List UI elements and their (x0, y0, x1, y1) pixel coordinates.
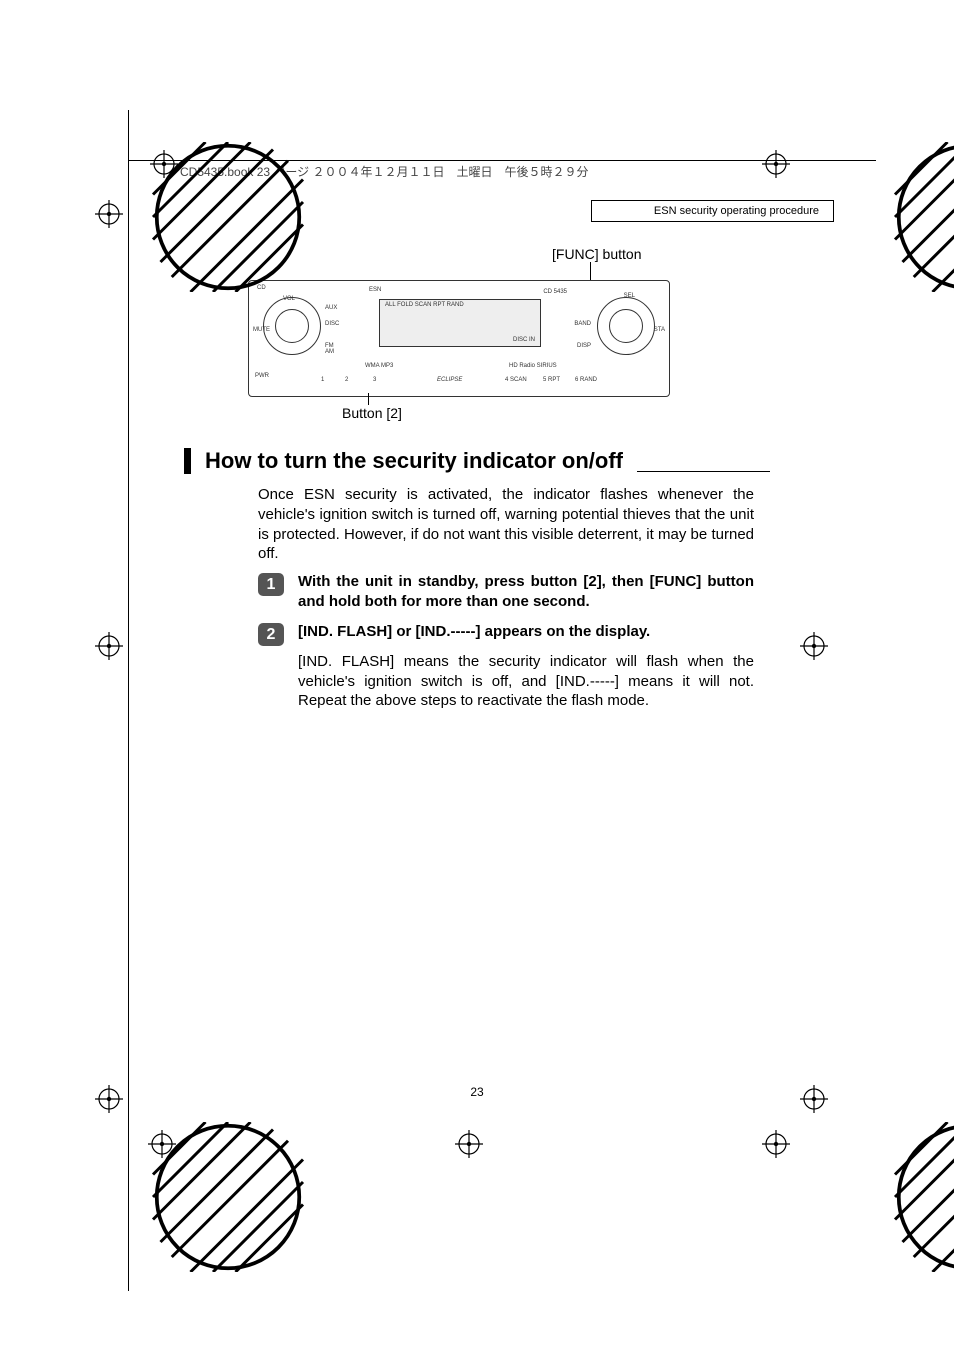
registration-mark-icon (800, 632, 828, 660)
callout-button-2: Button [2] (342, 405, 402, 421)
registration-mark-icon (762, 150, 790, 178)
header-strip: CD5435.book 23 ページ ２００４年１２月１１日 土曜日 午後５時２… (180, 163, 589, 180)
step-2-title: [IND. FLASH] or [IND.-----] appears on t… (298, 622, 754, 642)
step-1-title: With the unit in standby, press button [… (298, 573, 754, 610)
page-number: 23 (0, 1085, 954, 1099)
hatched-circle-icon (820, 1122, 860, 1162)
callout-func-button: [FUNC] button (552, 246, 641, 262)
step-badge-1: 1 (258, 573, 284, 596)
step-2-body: [IND. FLASH] means the security indicato… (298, 652, 754, 711)
registration-mark-icon (148, 1130, 176, 1158)
device-illustration: CD VOL ESN CD 5435 SEL AUX DISC MUTE FM … (248, 280, 670, 397)
registration-mark-icon (150, 150, 178, 178)
heading-rule (637, 471, 770, 472)
crop-line-top (128, 160, 876, 161)
crop-line-left (128, 110, 129, 1291)
callout-button2-line (368, 393, 369, 405)
intro-paragraph: Once ESN security is activated, the indi… (258, 485, 754, 564)
registration-mark-icon (95, 200, 123, 228)
heading-text: How to turn the security indicator on/of… (205, 448, 623, 474)
step-2: 2 [IND. FLASH] or [IND.-----] appears on… (258, 622, 754, 711)
heading-bar (184, 448, 191, 474)
step-badge-2: 2 (258, 623, 284, 646)
registration-mark-icon (95, 632, 123, 660)
hatched-circle-icon (78, 142, 118, 182)
hatched-circle-icon (820, 142, 860, 182)
step-1: 1 With the unit in standby, press button… (258, 572, 754, 612)
section-heading: How to turn the security indicator on/of… (184, 448, 770, 474)
registration-mark-icon (762, 1130, 790, 1158)
topic-box: ESN security operating procedure (591, 200, 834, 222)
hatched-circle-icon (78, 1122, 118, 1162)
registration-mark-icon (455, 1130, 483, 1158)
